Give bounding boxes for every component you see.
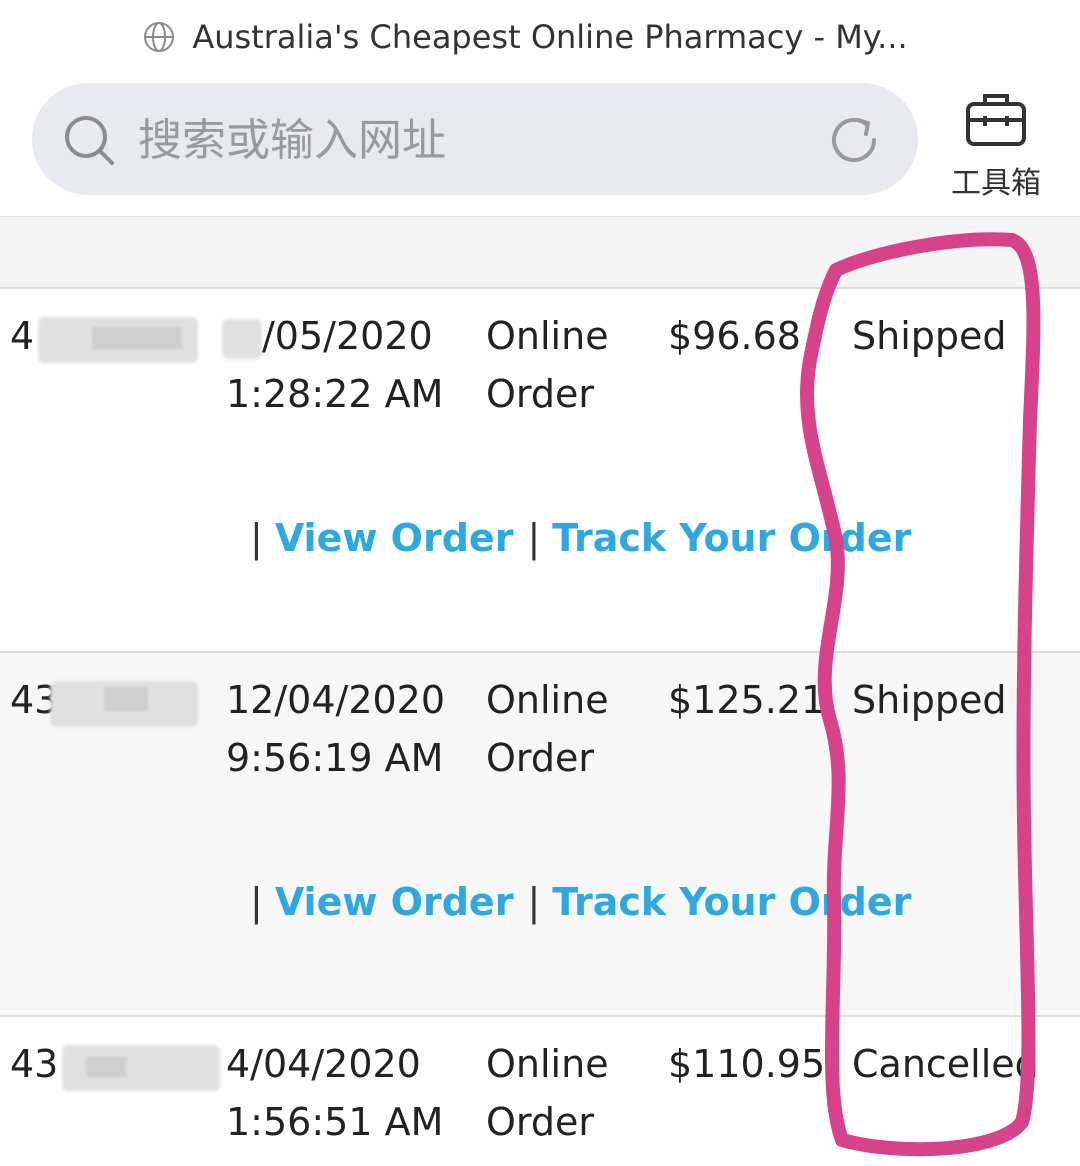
redaction-pixels xyxy=(104,687,148,711)
toolbox-button[interactable]: 工具箱 xyxy=(944,86,1048,201)
view-order-link[interactable]: View Order xyxy=(275,516,514,560)
title-row: Australia's Cheapest Online Pharmacy - M… xyxy=(0,14,1080,60)
separator: | xyxy=(250,516,263,560)
order-time: 1:56:51 AM xyxy=(226,1100,444,1144)
redacted-date xyxy=(222,319,262,359)
toolbox-icon xyxy=(966,94,1026,146)
order-row: 4 /05/2020 1:28:22 AM Online Order $96.6… xyxy=(0,289,1080,653)
separator: | xyxy=(250,880,263,924)
view-order-link[interactable]: View Order xyxy=(275,880,514,924)
order-status: Cancelled xyxy=(852,1042,1039,1086)
order-type-line1: Online xyxy=(486,314,609,358)
order-actions: | View Order | Track Your Order xyxy=(250,509,925,567)
order-actions: | View Order | Track Your Order xyxy=(250,873,925,931)
toolbox-label: 工具箱 xyxy=(951,166,1041,201)
separator: | xyxy=(527,880,541,924)
order-id: 4 xyxy=(10,314,35,358)
order-time: 9:56:19 AM xyxy=(226,736,444,780)
track-order-link[interactable]: Track Your Order xyxy=(552,516,911,560)
order-time: 1:28:22 AM xyxy=(226,372,444,416)
order-type-line2: Order xyxy=(486,372,594,416)
order-status: Shipped xyxy=(852,314,1007,358)
order-row: 43 12/04/2020 9:56:19 AM Online Order $1… xyxy=(0,653,1080,1017)
browser-top-bar: Australia's Cheapest Online Pharmacy - M… xyxy=(0,0,1080,217)
separator: | xyxy=(527,516,541,560)
page-title[interactable]: Australia's Cheapest Online Pharmacy - M… xyxy=(192,18,907,56)
order-type-line2: Order xyxy=(486,1100,594,1144)
order-type-line2: Order xyxy=(486,736,594,780)
order-status: Shipped xyxy=(852,678,1007,722)
redaction-pixels xyxy=(86,1057,126,1077)
refresh-icon[interactable] xyxy=(824,110,884,170)
order-type-line1: Online xyxy=(486,1042,609,1086)
order-total: $125.21 xyxy=(668,678,826,722)
track-order-link[interactable]: Track Your Order xyxy=(552,880,911,924)
order-date: 12/04/2020 xyxy=(226,678,446,722)
order-date: /05/2020 xyxy=(262,314,433,358)
order-type-line1: Online xyxy=(486,678,609,722)
address-input[interactable] xyxy=(138,108,778,172)
table-header-band xyxy=(0,217,1080,289)
redaction-pixels xyxy=(92,327,182,349)
order-row: 43 4/04/2020 1:56:51 AM Online Order $11… xyxy=(0,1017,1080,1166)
order-total: $110.95 xyxy=(668,1042,826,1086)
globe-icon xyxy=(144,22,175,52)
order-id: 43 xyxy=(10,1042,59,1086)
order-date: 4/04/2020 xyxy=(226,1042,421,1086)
search-icon xyxy=(65,116,114,165)
order-total: $96.68 xyxy=(668,314,801,358)
